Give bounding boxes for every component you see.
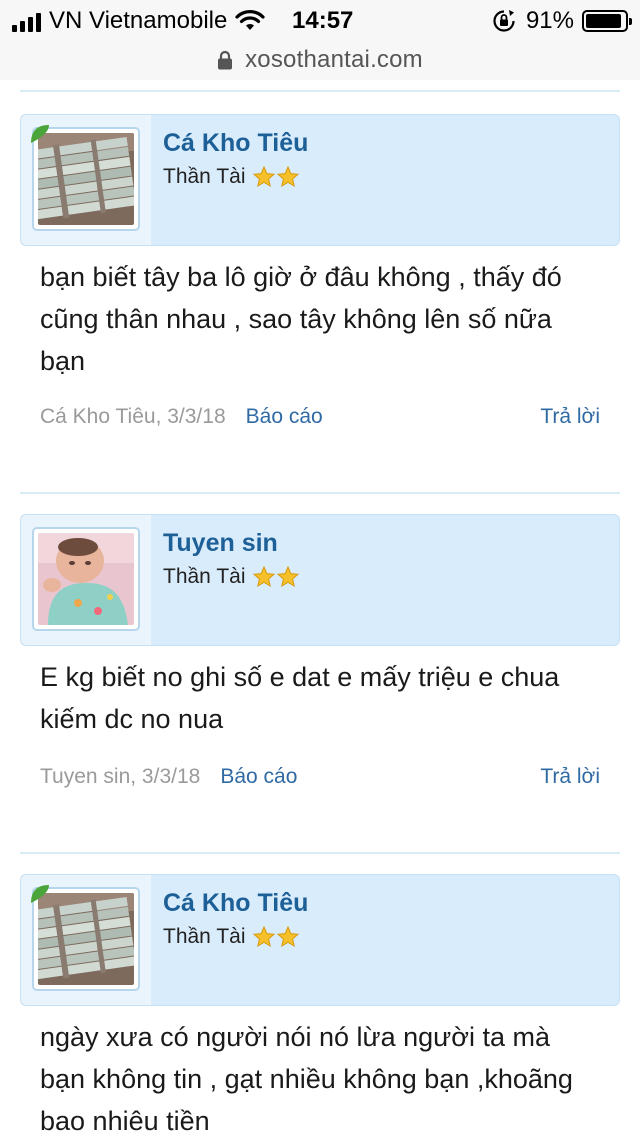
money-stack-avatar-image	[38, 133, 134, 225]
cellular-signal-icon	[12, 10, 41, 32]
avatar-column	[21, 115, 151, 245]
comment-item: Cá Kho Tiêu Thần Tài bạn biết tây ba lô …	[20, 114, 620, 444]
star-icon	[276, 165, 299, 188]
battery-icon	[582, 10, 632, 32]
clock: 14:57	[292, 7, 354, 34]
avatar[interactable]	[38, 533, 134, 625]
rank-stars	[252, 565, 300, 589]
user-title: Thần Tài	[163, 165, 246, 188]
star-icon	[252, 165, 275, 188]
user-rank: Thần Tài	[163, 565, 300, 589]
user-title: Thần Tài	[163, 565, 246, 588]
baby-photo-avatar-image	[38, 533, 134, 625]
report-link[interactable]: Báo cáo	[246, 405, 323, 429]
divider	[20, 492, 620, 494]
report-link[interactable]: Báo cáo	[220, 765, 297, 789]
avatar-frame[interactable]	[32, 527, 140, 631]
avatar[interactable]	[38, 133, 134, 225]
comment-meta: Cá Kho Tiêu, 3/3/18 Báo cáo Trả lời	[40, 402, 600, 432]
star-icon	[276, 925, 299, 948]
comment-author-date: Cá Kho Tiêu, 3/3/18	[40, 405, 226, 428]
avatar-column	[21, 875, 151, 1005]
avatar[interactable]	[38, 893, 134, 985]
status-right: 91%	[492, 7, 632, 35]
divider	[20, 90, 620, 92]
padlock-icon	[218, 50, 233, 70]
comment-meta: Tuyen sin, 3/3/18 Báo cáo Trả lời	[40, 762, 600, 792]
battery-percentage: 91%	[525, 7, 574, 34]
comment-item: Cá Kho Tiêu Thần Tài ngày xưa có người n…	[20, 874, 620, 1136]
avatar-column	[21, 515, 151, 645]
user-rank: Thần Tài	[163, 165, 300, 189]
comment-feed: Cá Kho Tiêu Thần Tài bạn biết tây ba lô …	[0, 80, 640, 1136]
status-left: VN Vietnamobile	[12, 7, 265, 35]
user-name[interactable]: Cá Kho Tiêu	[163, 129, 308, 158]
rank-stars	[252, 925, 300, 949]
leaf-badge-icon	[31, 125, 49, 143]
reply-link[interactable]: Trả lời	[540, 405, 600, 429]
rotation-lock-icon	[493, 10, 515, 32]
battery-level	[586, 14, 621, 28]
comment-text: bạn biết tây ba lô giờ ở đâu không , thấ…	[40, 262, 562, 376]
comment-text: ngày xưa có người nói nó lừa người ta mà…	[40, 1022, 573, 1136]
user-name[interactable]: Tuyen sin	[163, 529, 278, 558]
url-text[interactable]: xosothantai.com	[245, 46, 423, 74]
wifi-icon	[235, 10, 265, 30]
carrier-name: VN Vietnamobile	[49, 7, 228, 34]
comment-author-date: Tuyen sin, 3/3/18	[40, 765, 201, 788]
star-icon	[276, 565, 299, 588]
user-info-box: Tuyen sin Thần Tài	[20, 514, 620, 646]
divider	[20, 852, 620, 854]
leaf-badge-icon	[31, 885, 49, 903]
user-title: Thần Tài	[163, 925, 246, 948]
star-icon	[252, 565, 275, 588]
star-icon	[252, 925, 275, 948]
user-info-box: Cá Kho Tiêu Thần Tài	[20, 114, 620, 246]
comment-item: Tuyen sin Thần Tài E kg biết no ghi số e…	[20, 514, 620, 804]
rank-stars	[252, 165, 300, 189]
comment-text: E kg biết no ghi số e dat e mấy triệu e …	[40, 662, 560, 734]
user-name[interactable]: Cá Kho Tiêu	[163, 889, 308, 918]
reply-link[interactable]: Trả lời	[540, 765, 600, 789]
url-bar[interactable]: xosothantai.com	[0, 40, 640, 80]
user-info-box: Cá Kho Tiêu Thần Tài	[20, 874, 620, 1006]
status-bar: VN Vietnamobile 14:57 91%	[0, 0, 640, 40]
user-rank: Thần Tài	[163, 925, 300, 949]
money-stack-avatar-image	[38, 893, 134, 985]
